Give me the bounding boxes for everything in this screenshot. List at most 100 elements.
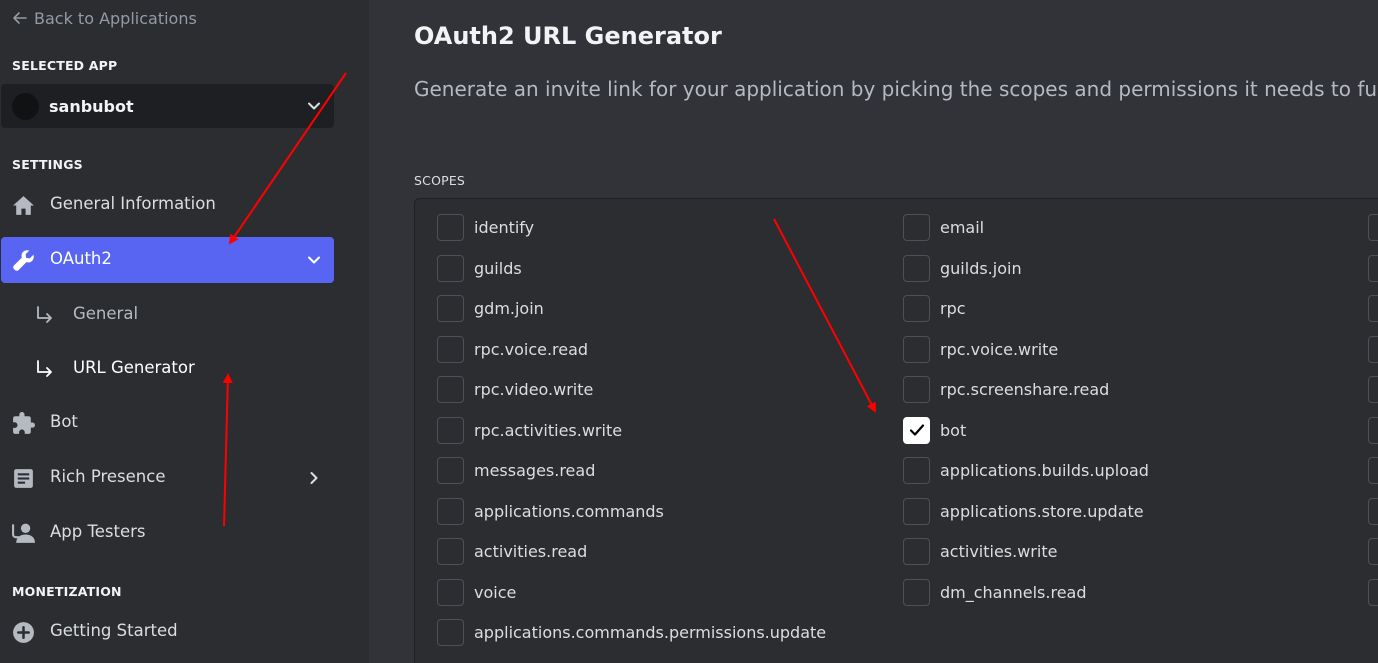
scope-label: rpc.screenshare.read: [940, 379, 1110, 399]
scope-rpc-activities-write[interactable]: rpc.activities.write: [437, 416, 622, 444]
scope-rpc[interactable]: rpc: [903, 294, 966, 322]
scope-checkbox[interactable]: [437, 335, 464, 363]
sidebar-item-bot[interactable]: Bot: [1, 400, 334, 446]
sidebar-item-getting-started[interactable]: Getting Started: [1, 609, 334, 655]
selected-app-heading: SELECTED APP: [12, 58, 118, 73]
scope-checkbox[interactable]: [903, 456, 930, 484]
scope-column3-row3[interactable]: [1368, 294, 1378, 322]
scope-checkbox[interactable]: [1368, 294, 1378, 322]
scope-checkbox[interactable]: [437, 213, 464, 241]
scopes-panel: identify guilds gdm.join rpc.voice.read …: [414, 198, 1378, 663]
sidebar-item-label: OAuth2: [50, 249, 112, 268]
back-to-applications-link[interactable]: Back to Applications: [12, 7, 197, 29]
page-description: Generate an invite link for your applica…: [414, 77, 1378, 101]
scopes-heading: SCOPES: [414, 173, 466, 188]
scope-applications-commands[interactable]: applications.commands: [437, 497, 664, 525]
scope-label: bot: [940, 420, 967, 440]
sub-arrow-icon: [37, 360, 52, 377]
scope-checkbox[interactable]: [903, 375, 930, 403]
scope-applications-builds-upload[interactable]: applications.builds.upload: [903, 456, 1149, 484]
scope-column3-row4[interactable]: [1368, 335, 1378, 363]
settings-heading: SETTINGS: [12, 157, 83, 172]
scope-applications-store-update[interactable]: applications.store.update: [903, 497, 1144, 525]
sidebar-item-label: Getting Started: [50, 621, 178, 640]
scope-checkbox[interactable]: [437, 375, 464, 403]
scope-checkbox[interactable]: [903, 213, 930, 241]
scope-label: applications.builds.upload: [940, 460, 1149, 480]
scope-label: dm_channels.read: [940, 582, 1087, 602]
scope-checkbox[interactable]: [1368, 416, 1378, 444]
scope-checkbox[interactable]: [437, 578, 464, 606]
scope-activities-write[interactable]: activities.write: [903, 537, 1057, 565]
sidebar-item-app-testers[interactable]: App Testers: [1, 510, 334, 556]
scope-column3-row5[interactable]: [1368, 375, 1378, 403]
checkmark-icon: [909, 424, 924, 436]
scope-dm-channels-read[interactable]: dm_channels.read: [903, 578, 1087, 606]
main-content: OAuth2 URL Generator Generate an invite …: [369, 0, 1378, 663]
scope-checkbox[interactable]: [903, 497, 930, 525]
sidebar-item-oauth2[interactable]: OAuth2: [1, 237, 334, 283]
app-window: Back to Applications SELECTED APP sanbub…: [0, 0, 1378, 663]
scope-checkbox[interactable]: [1368, 578, 1378, 606]
scope-bot[interactable]: bot: [903, 416, 966, 444]
scope-messages-read[interactable]: messages.read: [437, 456, 595, 484]
scope-email[interactable]: email: [903, 213, 984, 241]
app-selector[interactable]: sanbubot: [1, 84, 334, 128]
puzzle-icon: [13, 412, 35, 434]
scope-checkbox[interactable]: [437, 537, 464, 565]
scope-label: rpc.video.write: [474, 379, 594, 399]
scope-checkbox[interactable]: [903, 335, 930, 363]
chevron-right-icon: [310, 472, 318, 484]
scope-rpc-voice-write[interactable]: rpc.voice.write: [903, 335, 1058, 363]
sidebar-item-general-information[interactable]: General Information: [1, 182, 334, 228]
scope-applications-commands-permissions-update[interactable]: applications.commands.permissions.update: [437, 618, 826, 646]
sidebar: Back to Applications SELECTED APP sanbub…: [0, 0, 369, 663]
scope-checkbox[interactable]: [437, 456, 464, 484]
scope-checkbox[interactable]: [437, 416, 464, 444]
scope-checkbox[interactable]: [1368, 213, 1378, 241]
scope-guilds[interactable]: guilds: [437, 254, 522, 282]
sidebar-item-rich-presence[interactable]: Rich Presence: [1, 455, 334, 501]
scope-label: applications.commands: [474, 501, 664, 521]
home-icon: [13, 196, 34, 215]
scope-checkbox[interactable]: [903, 578, 930, 606]
scope-checkbox[interactable]: [437, 497, 464, 525]
scope-checkbox[interactable]: [1368, 456, 1378, 484]
scope-label: rpc.voice.write: [940, 339, 1059, 359]
scope-column3-row10[interactable]: [1368, 578, 1378, 606]
scope-checkbox[interactable]: [903, 254, 930, 282]
scope-label: activities.write: [940, 541, 1058, 561]
scope-rpc-voice-read[interactable]: rpc.voice.read: [437, 335, 588, 363]
sidebar-subitem-label: General: [73, 304, 139, 323]
scope-checkbox[interactable]: [1368, 537, 1378, 565]
scope-checkbox[interactable]: [1368, 375, 1378, 403]
sidebar-subitem-url-generator[interactable]: URL Generator: [1, 348, 334, 390]
scope-column3-row9[interactable]: [1368, 537, 1378, 565]
scope-column3-row7[interactable]: [1368, 456, 1378, 484]
sidebar-subitem-general[interactable]: General: [1, 294, 334, 336]
scope-column3-row2[interactable]: [1368, 254, 1378, 282]
scope-column3-row8[interactable]: [1368, 497, 1378, 525]
scope-label: rpc.activities.write: [474, 420, 623, 440]
scope-checkbox-checked[interactable]: [903, 416, 930, 444]
scope-rpc-screenshare-read[interactable]: rpc.screenshare.read: [903, 375, 1109, 403]
scope-checkbox[interactable]: [437, 618, 464, 646]
scope-rpc-video-write[interactable]: rpc.video.write: [437, 375, 593, 403]
scope-column3-row1[interactable]: [1368, 213, 1378, 241]
document-icon: [14, 469, 33, 488]
arrow-left-icon: [13, 12, 27, 24]
scope-checkbox[interactable]: [903, 537, 930, 565]
scope-checkbox[interactable]: [1368, 254, 1378, 282]
scope-checkbox[interactable]: [1368, 497, 1378, 525]
scope-checkbox[interactable]: [437, 294, 464, 322]
scope-activities-read[interactable]: activities.read: [437, 537, 587, 565]
scope-label: activities.read: [474, 541, 588, 561]
scope-identify[interactable]: identify: [437, 213, 534, 241]
scope-voice[interactable]: voice: [437, 578, 516, 606]
scope-checkbox[interactable]: [1368, 335, 1378, 363]
scope-checkbox[interactable]: [437, 254, 464, 282]
scope-guilds-join[interactable]: guilds.join: [903, 254, 1022, 282]
scope-gdm-join[interactable]: gdm.join: [437, 294, 544, 322]
scope-column3-row6[interactable]: [1368, 416, 1378, 444]
scope-checkbox[interactable]: [903, 294, 930, 322]
